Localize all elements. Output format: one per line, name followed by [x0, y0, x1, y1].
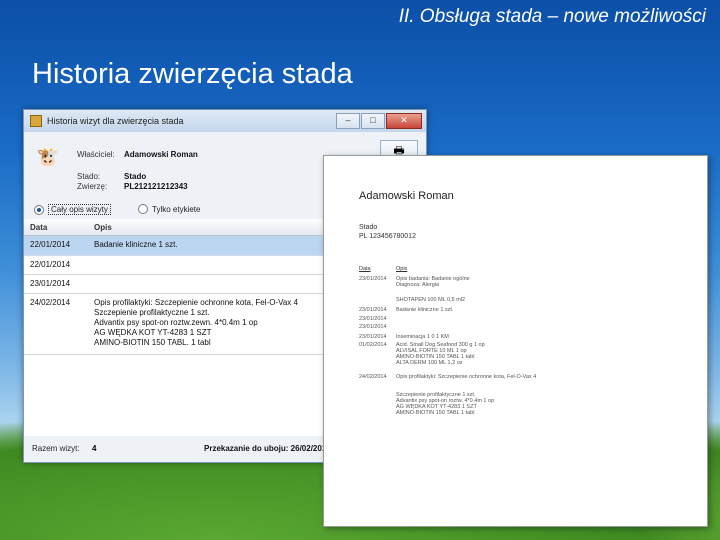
doc-herd-code: PL 123456780012 — [359, 233, 416, 240]
doc-entry-date: 23/01/2014 — [359, 324, 387, 330]
doc-col-date: Data — [359, 266, 371, 272]
slaughter-info: Przekazanie do uboju: 26/02/2014 — [204, 444, 331, 453]
doc-entry-desc: Badanie kliniczne 1 szt. — [396, 307, 454, 313]
printout-page: Adamowski Roman Stado PL 123456780012 Da… — [323, 155, 708, 527]
minimize-button[interactable]: – — [336, 113, 360, 129]
cow-icon: 🐮 — [36, 147, 60, 167]
doc-entry-desc: Szczepienie profilaktyczne 1 szt. Advant… — [396, 392, 495, 416]
doc-entry-date: 23/01/2014 — [359, 307, 387, 313]
herd-label: Stado: — [77, 172, 101, 181]
animal-value: PL212121212343 — [124, 182, 188, 191]
animal-label: Zwierzę: — [77, 182, 108, 191]
row-desc: Opis profilaktyki: Szczepienie ochronne … — [94, 298, 298, 347]
visits-label: Razem wizyt: — [32, 444, 80, 453]
doc-entry-desc: Acid. Small Dog Seafood 300 g 1 op ALVIS… — [396, 342, 485, 366]
radio-only-label: Tylko etykiete — [152, 204, 201, 214]
herd-value: Stado — [124, 172, 147, 181]
doc-col-desc: Opis — [396, 266, 408, 272]
window-controls: – □ ✕ — [336, 113, 422, 129]
row-date: 22/01/2014 — [30, 260, 71, 269]
visits-count: 4 — [92, 444, 97, 453]
radio-all[interactable]: Cały opis wizyty — [34, 204, 111, 215]
doc-entry-date: 24/02/2014 — [359, 374, 387, 380]
section-title: II. Obsługa stada – nowe możliwości — [398, 6, 706, 27]
radio-only-dot[interactable] — [138, 204, 148, 214]
radio-all-dot[interactable] — [34, 204, 44, 215]
doc-entry-desc: Opis profilaktyki: Szczepienie ochronne … — [396, 374, 537, 380]
doc-entry-desc: Inseminacja 1 0 1 KM — [396, 334, 449, 340]
doc-entry-date: 23/01/2014 — [359, 334, 387, 340]
maximize-button[interactable]: □ — [361, 113, 385, 129]
row-desc: Badanie kliniczne 1 szt. — [94, 240, 178, 249]
col-date[interactable]: Data — [30, 223, 47, 232]
owner-value: Adamowski Roman — [124, 150, 198, 159]
radio-only[interactable]: Tylko etykiete — [138, 204, 200, 214]
row-date: 23/01/2014 — [30, 279, 71, 288]
doc-entry-date: 23/01/2014 — [359, 316, 387, 322]
close-button[interactable]: ✕ — [386, 113, 422, 129]
row-date: 24/02/2014 — [30, 298, 71, 307]
radio-all-label: Cały opis wizyty — [48, 204, 111, 215]
doc-owner-name: Adamowski Roman — [359, 190, 454, 202]
doc-entry-date: 01/02/2014 — [359, 342, 387, 348]
row-date: 22/01/2014 — [30, 240, 71, 249]
doc-entry-desc: SHOTAPEN 100 ML 0,5 ml2 — [396, 297, 466, 303]
col-desc[interactable]: Opis — [94, 223, 112, 232]
window-title: Historia wizyt dla zwierzęcia stada — [47, 116, 184, 126]
owner-label: Właściciel: — [77, 150, 115, 159]
window-titlebar[interactable]: Historia wizyt dla zwierzęcia stada – □ … — [24, 110, 426, 132]
slide-title: Historia zwierzęcia stada — [32, 58, 353, 90]
doc-herd-label: Stado — [359, 224, 378, 231]
doc-entry-desc: Opis badania: Badanie ogólne Diagnoza: A… — [396, 276, 470, 288]
app-icon — [30, 115, 42, 127]
doc-entry-date: 23/01/2014 — [359, 276, 387, 282]
